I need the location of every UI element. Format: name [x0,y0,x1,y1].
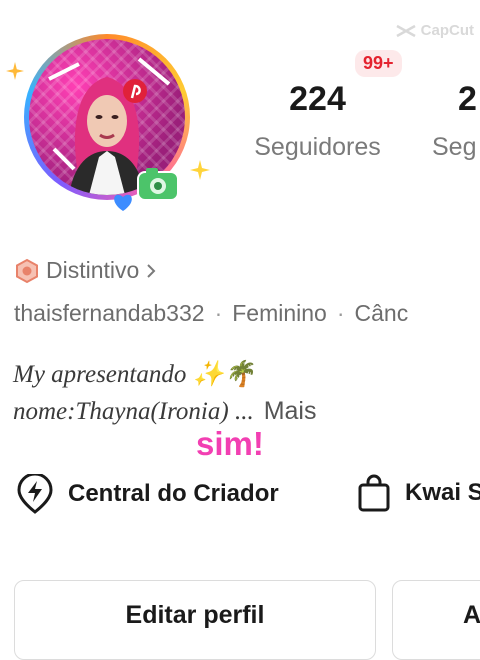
meta-separator: · [214,300,223,326]
heart-sticker-icon [114,194,132,211]
badge-label: Distintivo [46,257,140,283]
notification-badge[interactable]: 99+ [355,50,402,77]
username: thaisfernandab332 [14,300,205,326]
secondary-button[interactable]: A [392,580,480,660]
sparkle-sticker-icon [190,160,210,180]
hexagon-badge-icon [16,258,38,283]
shopping-bag-icon [358,474,390,512]
capcut-watermark: CapCut [395,22,474,39]
creator-center-link[interactable]: Central do Criador [16,474,279,514]
creator-center-label: Central do Criador [68,480,279,507]
bio-text: nome:Thayna(Ironia) ... [13,398,254,425]
profile-avatar[interactable] [4,32,212,212]
chevron-right-icon [147,263,156,278]
profile-meta: thaisfernandab332 · Feminino · Cânc [14,300,408,327]
followers-label: Seguidores [254,133,381,161]
camera-sticker-icon [137,168,179,201]
followers-count: 224 [289,80,346,118]
bio-line-1: My apresentando ✨🌴 [13,361,255,388]
edit-profile-button[interactable]: Editar perfil [14,580,376,660]
pinterest-icon [123,79,147,103]
lightning-pin-icon [17,474,53,514]
bio-more-link[interactable]: Mais [264,397,317,425]
meta-separator: · [336,300,345,326]
overlay-caption: sim! [196,425,264,462]
edit-profile-label: Editar perfil [125,601,265,629]
following-count: 2 [458,80,477,118]
following-label: Seg [432,133,477,161]
badge-link[interactable]: Distintivo [14,257,157,284]
watermark-label: CapCut [420,22,474,39]
followers-stat[interactable]: 224 Seguidores [240,80,395,162]
following-stat[interactable]: 2 Seg [432,80,480,162]
secondary-button-label: A [463,601,480,629]
capcut-logo-icon [396,24,416,37]
star-sticker-icon [6,62,24,80]
zodiac: Cânc [354,300,409,326]
kwai-shop-label: Kwai S [405,479,480,506]
gender: Feminino [232,300,327,326]
bio-line-2: nome:Thayna(Ironia) ... Mais [13,397,317,426]
kwai-shop-link[interactable]: Kwai S [357,474,480,512]
